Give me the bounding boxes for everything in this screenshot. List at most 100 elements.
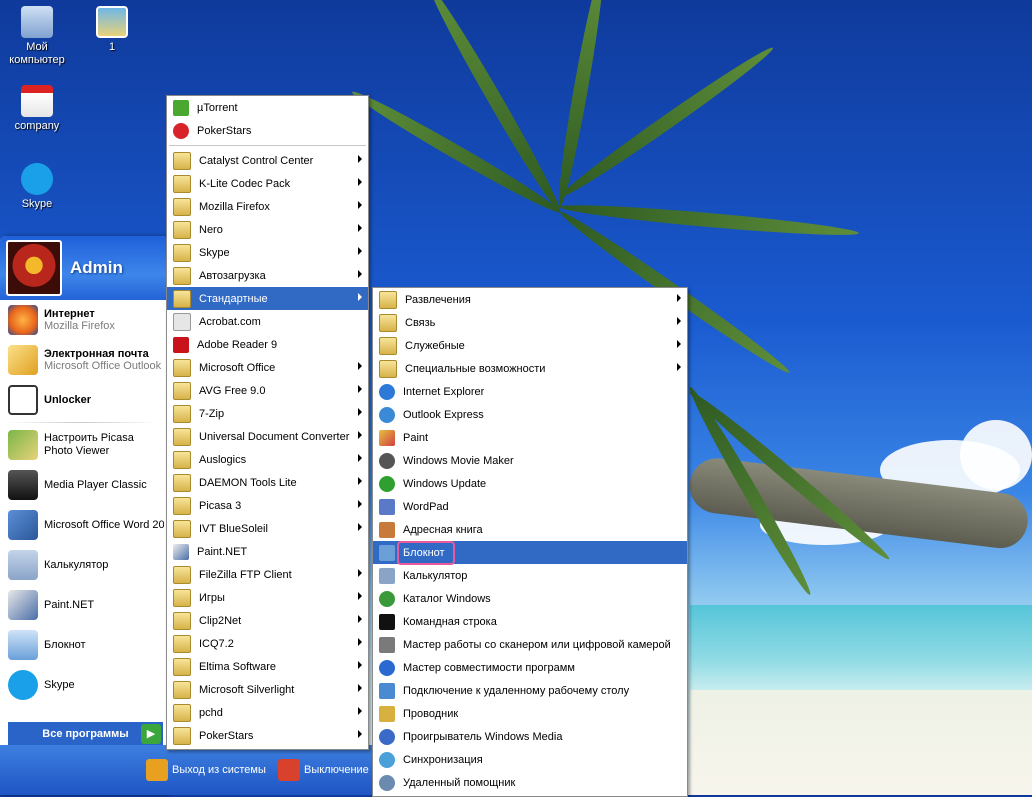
menu-item[interactable]: IVT BlueSoleil	[167, 517, 368, 540]
menu-item[interactable]: Связь	[373, 311, 687, 334]
menu-item[interactable]: Paint.NET	[167, 540, 368, 563]
folder-icon	[379, 359, 397, 378]
menu-item[interactable]: Skype	[167, 241, 368, 264]
pinned-email[interactable]: Электронная почта Microsoft Office Outloo…	[0, 340, 164, 380]
menu-item[interactable]: µTorrent	[167, 96, 368, 119]
menu-item[interactable]: Catalyst Control Center	[167, 149, 368, 172]
menu-item-label: Windows Movie Maker	[403, 454, 514, 467]
recent-paintnet[interactable]: Paint.NET	[0, 585, 164, 625]
menu-item[interactable]: AVG Free 9.0	[167, 379, 368, 402]
logoff-label: Выход из системы	[172, 764, 266, 776]
submenu-arrow-icon	[358, 661, 362, 669]
menu-item[interactable]: 7-Zip	[167, 402, 368, 425]
desktop-icon-company[interactable]: company	[1, 85, 73, 133]
menu-item[interactable]: Universal Document Converter	[167, 425, 368, 448]
submenu-arrow-icon	[358, 523, 362, 531]
menu-item[interactable]: Internet Explorer	[373, 380, 687, 403]
menu-item[interactable]: FileZilla FTP Client	[167, 563, 368, 586]
recent-picasa[interactable]: Настроить Picasa Photo Viewer	[0, 425, 164, 465]
menu-item[interactable]: Подключение к удаленному рабочему столу	[373, 679, 687, 702]
menu-item[interactable]: Игры	[167, 586, 368, 609]
menu-item[interactable]: Microsoft Office	[167, 356, 368, 379]
menu-item[interactable]: Nero	[167, 218, 368, 241]
recent-media-player-classic[interactable]: Media Player Classic	[0, 465, 164, 505]
desktop-icon-my-computer[interactable]: Мой компьютер	[1, 6, 73, 67]
menu-item[interactable]: Проигрыватель Windows Media	[373, 725, 687, 748]
menu-item[interactable]: Командная строка	[373, 610, 687, 633]
recent-notepad[interactable]: Блокнот	[0, 625, 164, 665]
submenu-arrow-icon	[358, 224, 362, 232]
shutdown-button[interactable]: Выключение	[278, 759, 369, 781]
sand	[690, 690, 1032, 795]
menu-item[interactable]: Синхронизация	[373, 748, 687, 771]
remote-assistance-icon	[379, 774, 395, 791]
submenu-arrow-icon	[358, 408, 362, 416]
menu-item-label: Автозагрузка	[199, 269, 266, 282]
recent-label: Калькулятор	[44, 559, 109, 571]
menu-item[interactable]: PokerStars	[167, 119, 368, 142]
remote-desktop-icon	[379, 682, 395, 699]
menu-item[interactable]: Адресная книга	[373, 518, 687, 541]
menu-item[interactable]: Picasa 3	[167, 494, 368, 517]
address-book-icon	[379, 521, 395, 538]
menu-item[interactable]: Windows Update	[373, 472, 687, 495]
menu-item[interactable]: Мастер совместимости программ	[373, 656, 687, 679]
menu-item[interactable]: Windows Movie Maker	[373, 449, 687, 472]
compatibility-wizard-icon	[379, 659, 395, 676]
menu-item[interactable]: Adobe Reader 9	[167, 333, 368, 356]
submenu-arrow-icon	[358, 684, 362, 692]
picasa-icon	[8, 430, 38, 460]
menu-item[interactable]: Outlook Express	[373, 403, 687, 426]
folder-icon	[173, 266, 191, 285]
menu-item[interactable]: Служебные	[373, 334, 687, 357]
pinned-internet[interactable]: Интернет Mozilla Firefox	[0, 300, 164, 340]
explorer-icon	[379, 705, 395, 722]
unlocker-icon	[8, 385, 38, 415]
menu-item[interactable]: Мастер работы со сканером или цифровой к…	[373, 633, 687, 656]
menu-item[interactable]: WordPad	[373, 495, 687, 518]
menu-item-label: AVG Free 9.0	[199, 384, 266, 397]
menu-item[interactable]: Eltima Software	[167, 655, 368, 678]
menu-item[interactable]: pchd	[167, 701, 368, 724]
menu-item[interactable]: Специальные возможности	[373, 357, 687, 380]
outlook-icon	[8, 345, 38, 375]
menu-item[interactable]: Проводник	[373, 702, 687, 725]
menu-item-label: ICQ7.2	[199, 637, 234, 650]
menu-item[interactable]: ICQ7.2	[167, 632, 368, 655]
recent-skype[interactable]: Skype	[0, 665, 164, 705]
logoff-button[interactable]: Выход из системы	[146, 759, 266, 781]
my-computer-icon	[21, 6, 53, 38]
folder-icon	[173, 381, 191, 400]
user-avatar[interactable]	[6, 240, 62, 296]
power-icon	[278, 759, 300, 781]
submenu-arrow-icon	[358, 569, 362, 577]
menu-item[interactable]: Mozilla Firefox	[167, 195, 368, 218]
menu-item[interactable]: DAEMON Tools Lite	[167, 471, 368, 494]
menu-item[interactable]: PokerStars	[167, 724, 368, 747]
menu-item[interactable]: Калькулятор	[373, 564, 687, 587]
menu-item[interactable]: Paint	[373, 426, 687, 449]
menu-item-label: PokerStars	[197, 124, 252, 137]
menu-item[interactable]: Auslogics	[167, 448, 368, 471]
menu-item-label: Развлечения	[405, 293, 471, 306]
menu-item[interactable]: Развлечения	[373, 288, 687, 311]
recent-word[interactable]: Microsoft Office Word 2007	[0, 505, 164, 545]
recent-label: Unlocker	[44, 394, 92, 406]
recent-calculator[interactable]: Калькулятор	[0, 545, 164, 585]
all-programs-button[interactable]: Все программы ▶	[8, 722, 163, 746]
menu-item[interactable]: Microsoft Silverlight	[167, 678, 368, 701]
pinned-title: Электронная почта	[44, 348, 149, 360]
menu-item[interactable]: Стандартные	[167, 287, 368, 310]
menu-item[interactable]: K-Lite Codec Pack	[167, 172, 368, 195]
menu-item[interactable]: Автозагрузка	[167, 264, 368, 287]
submenu-arrow-icon	[358, 707, 362, 715]
menu-item[interactable]: Acrobat.com	[167, 310, 368, 333]
menu-item[interactable]: Каталог Windows	[373, 587, 687, 610]
menu-item[interactable]: Удаленный помощник	[373, 771, 687, 794]
folder-icon	[173, 519, 191, 538]
desktop-icon-image[interactable]: 1	[76, 6, 148, 54]
desktop-icon-skype[interactable]: Skype	[1, 163, 73, 211]
start-menu-left-pane: Интернет Mozilla Firefox Электронная почт…	[0, 300, 164, 727]
menu-item[interactable]: Clip2Net	[167, 609, 368, 632]
recent-unlocker[interactable]: Unlocker	[0, 380, 164, 420]
